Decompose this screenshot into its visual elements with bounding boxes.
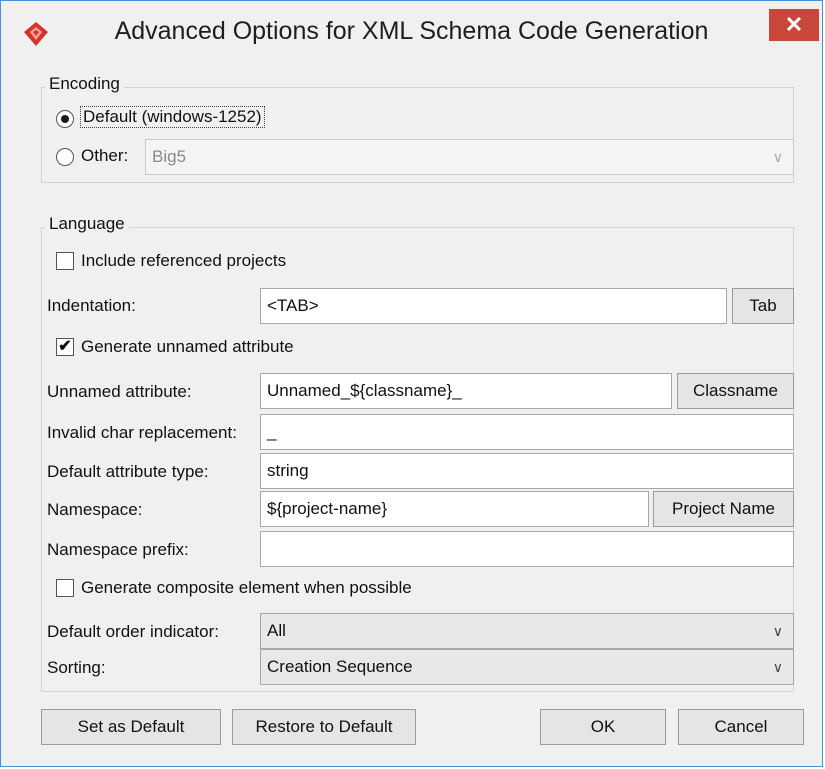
namespace-prefix-label: Namespace prefix:: [47, 540, 189, 559]
default-attribute-type-label: Default attribute type:: [47, 462, 209, 481]
order-indicator-select[interactable]: All ∨: [260, 613, 794, 649]
classname-button[interactable]: Classname: [677, 373, 794, 409]
include-projects-checkbox[interactable]: [56, 252, 74, 270]
unnamed-attribute-label: Unnamed attribute:: [47, 382, 192, 401]
title-bar: Advanced Options for XML Schema Code Gen…: [1, 1, 822, 65]
window-title: Advanced Options for XML Schema Code Gen…: [114, 17, 709, 45]
order-indicator-label: Default order indicator:: [47, 622, 219, 641]
default-attribute-type-field[interactable]: string: [260, 453, 794, 489]
composite-element-checkbox[interactable]: [56, 579, 74, 597]
project-name-button[interactable]: Project Name: [653, 491, 794, 527]
indentation-label: Indentation:: [47, 296, 136, 315]
close-button[interactable]: ✕: [769, 9, 819, 41]
generate-unnamed-checkbox[interactable]: ✔: [56, 338, 74, 356]
unnamed-attribute-field[interactable]: Unnamed_${classname}_: [260, 373, 672, 409]
other-encoding-radio[interactable]: [56, 148, 74, 166]
restore-to-default-button[interactable]: Restore to Default: [232, 709, 416, 745]
invalid-char-field[interactable]: _: [260, 414, 794, 450]
namespace-label: Namespace:: [47, 500, 143, 519]
chevron-down-icon: ∨: [772, 149, 783, 165]
generate-unnamed-label[interactable]: Generate unnamed attribute: [81, 337, 294, 357]
sorting-label: Sorting:: [47, 658, 106, 677]
other-encoding-label[interactable]: Other:: [81, 146, 128, 166]
composite-element-label[interactable]: Generate composite element when possible: [81, 578, 412, 598]
tab-button[interactable]: Tab: [732, 288, 794, 324]
ok-button[interactable]: OK: [540, 709, 666, 745]
other-encoding-select: Big5 ∨: [145, 139, 794, 175]
cancel-button[interactable]: Cancel: [678, 709, 804, 745]
sorting-value: Creation Sequence: [267, 657, 413, 676]
namespace-prefix-field[interactable]: [260, 531, 794, 567]
invalid-char-label: Invalid char replacement:: [47, 423, 237, 442]
chevron-down-icon: ∨: [772, 659, 783, 675]
indentation-field[interactable]: <TAB>: [260, 288, 727, 324]
chevron-down-icon: ∨: [772, 623, 783, 639]
default-encoding-radio[interactable]: [56, 110, 74, 128]
order-indicator-value: All: [267, 621, 286, 640]
include-projects-label[interactable]: Include referenced projects: [81, 251, 286, 271]
default-encoding-label[interactable]: Default (windows-1252): [80, 106, 265, 128]
language-legend: Language: [45, 214, 129, 234]
namespace-field[interactable]: ${project-name}: [260, 491, 649, 527]
encoding-legend: Encoding: [45, 74, 124, 94]
sorting-select[interactable]: Creation Sequence ∨: [260, 649, 794, 685]
dialog-window: Advanced Options for XML Schema Code Gen…: [0, 0, 823, 767]
set-as-default-button[interactable]: Set as Default: [41, 709, 221, 745]
other-encoding-value: Big5: [152, 147, 187, 166]
